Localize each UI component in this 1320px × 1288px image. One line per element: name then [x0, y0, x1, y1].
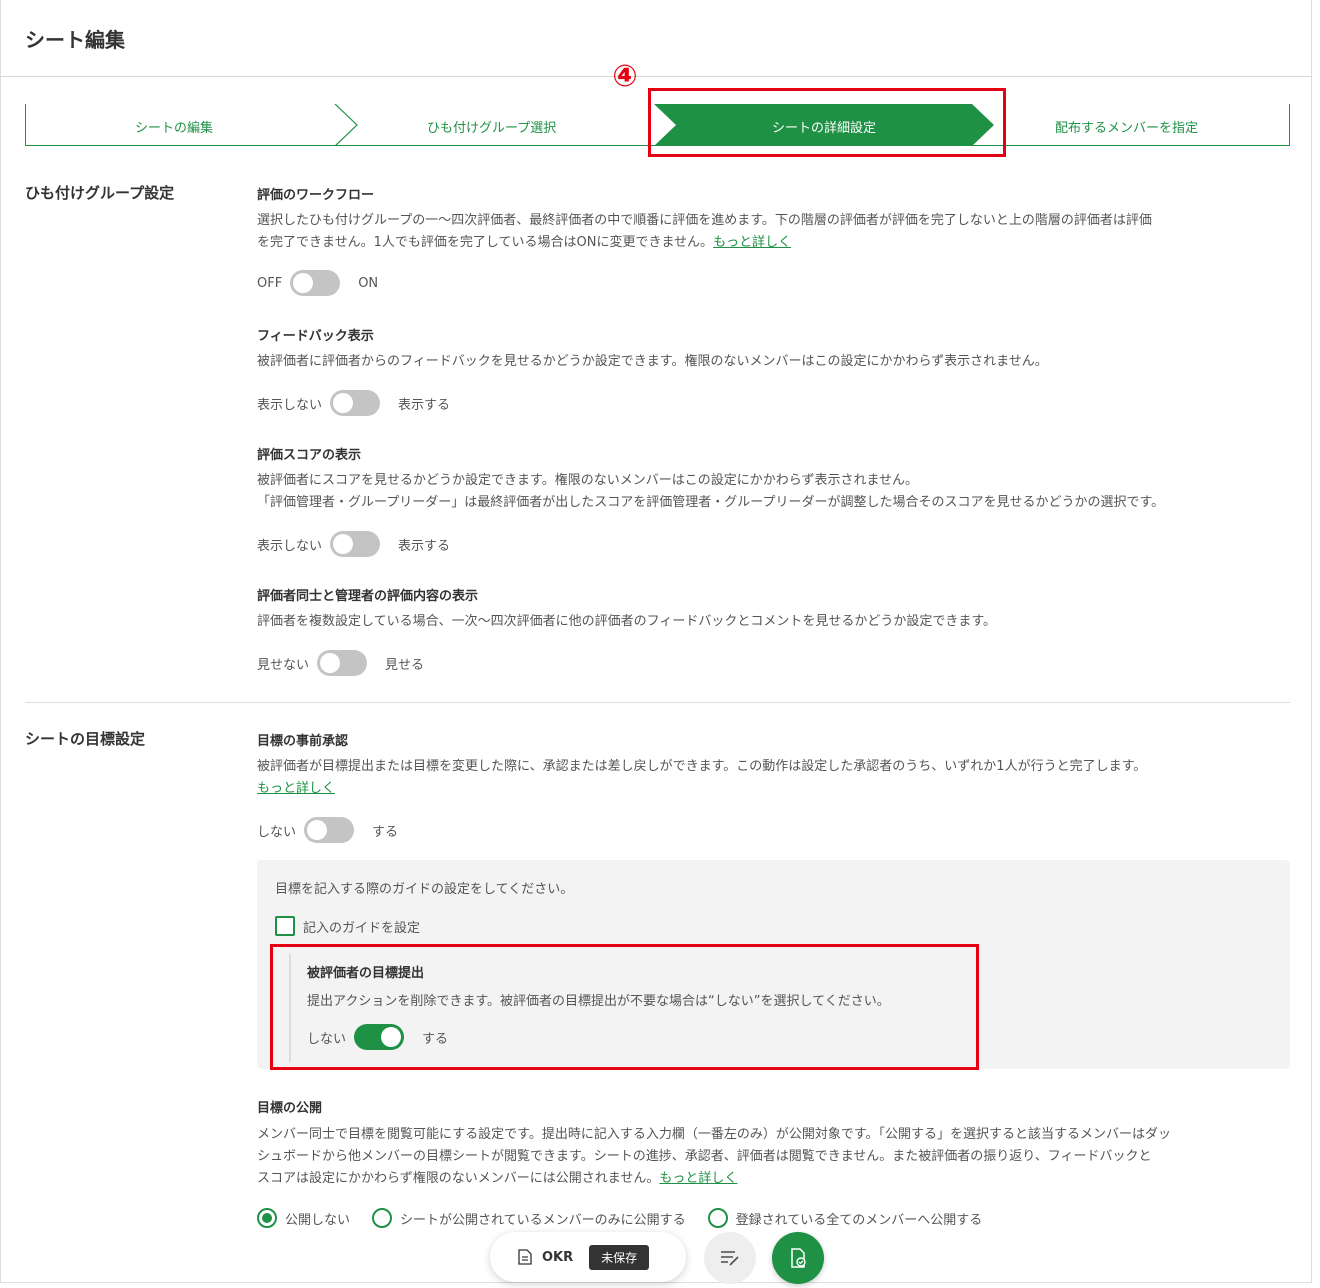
feedback-toggle-row: 表示しない 表示する: [257, 390, 450, 416]
score-title: 評価スコアの表示: [257, 448, 362, 463]
pre-approval-off-label: しない: [257, 824, 297, 840]
section-goal-settings: シートの目標設定: [25, 730, 146, 748]
peer-toggle-row: 見せない 見せる: [257, 650, 424, 676]
workflow-desc-line2: を完了できません。1人でも評価を完了している場合はONに変更できません。: [257, 235, 714, 250]
step-member-assign[interactable]: 配布するメンバーを指定: [1055, 117, 1198, 136]
header-divider: [1, 76, 1311, 77]
publish-description: メンバー同士で目標を閲覧可能にする設定です。提出時に記入する入力欄（一番左のみ）…: [257, 1124, 1292, 1190]
publish-option-none[interactable]: 公開しない: [257, 1208, 350, 1228]
publish-desc-line1: メンバー同士で目標を閲覧可能にする設定です。提出時に記入する入力欄（一番左のみ）…: [257, 1127, 1172, 1142]
annotation-highlight-submission: [270, 944, 979, 1070]
chevron-right-icon: [334, 104, 358, 146]
peer-toggle[interactable]: [317, 650, 368, 676]
feedback-off-label: 表示しない: [257, 397, 323, 413]
save-document-icon: [791, 1248, 806, 1268]
annotation-highlight-step: [648, 88, 1006, 157]
publish-radio-group: 公開しない シートが公開されているメンバーのみに公開する 登録されている全てのメ…: [257, 1208, 1004, 1228]
status-badge: 未保存: [589, 1244, 650, 1270]
pre-approval-description: 被評価者が目標提出または目標を変更した際に、承認または差し戻しができます。この動…: [257, 756, 1292, 800]
step-group-select[interactable]: ひも付けグループ選択: [427, 117, 556, 136]
publish-option-sheet-members-label: シートが公開されているメンバーのみに公開する: [400, 1212, 686, 1228]
publish-learn-more-link[interactable]: もっと詳しく: [659, 1171, 737, 1186]
publish-title: 目標の公開: [257, 1101, 323, 1116]
document-icon: [518, 1249, 532, 1265]
pre-approval-on-label: する: [372, 824, 399, 840]
annotation-step-number: ④: [612, 59, 638, 94]
workflow-toggle-row: OFF ON: [257, 270, 378, 296]
score-on-label: 表示する: [398, 538, 451, 554]
pre-approval-desc-line: 被評価者が目標提出または目標を変更した際に、承認または差し戻しができます。この動…: [257, 759, 1147, 774]
peer-on-label: 見せる: [385, 657, 425, 673]
feedback-toggle[interactable]: [330, 390, 381, 416]
peer-off-label: 見せない: [257, 657, 310, 673]
workflow-desc-line1: 選択したひも付けグループの一～四次評価者、最終評価者の中で順番に評価を進めます。…: [257, 213, 1152, 228]
score-toggle[interactable]: [330, 531, 381, 557]
publish-desc-line3: スコアは設定にかかわらず権限のないメンバーには公開されません。: [257, 1171, 660, 1186]
edit-list-icon: [721, 1251, 739, 1266]
score-description: 被評価者にスコアを見せるかどうか設定できます。権限のないメンバーはこの設定にかか…: [257, 470, 1292, 514]
guide-checkbox-row: 記入のガイドを設定: [275, 916, 420, 936]
pre-approval-title: 目標の事前承認: [257, 734, 349, 749]
page-frame: シート編集 シートの編集 ひも付けグループ選択 シートの詳細設定 配布するメンバ…: [0, 0, 1312, 1283]
publish-desc-line2: シュボードから他メンバーの目標シートが閲覧できます。シートの進捗、承認者、評価者…: [257, 1149, 1152, 1164]
pre-approval-learn-more-link[interactable]: もっと詳しく: [257, 781, 335, 796]
guide-checkbox[interactable]: [275, 916, 295, 936]
publish-option-all-members-label: 登録されている全てのメンバーへ公開する: [735, 1212, 983, 1228]
workflow-description: 選択したひも付けグループの一～四次評価者、最終評価者の中で順番に評価を進めます。…: [257, 210, 1292, 254]
score-desc-line1: 被評価者にスコアを見せるかどうか設定できます。権限のないメンバーはこの設定にかか…: [257, 473, 919, 488]
section-group-settings: ひも付けグループ設定: [25, 184, 175, 202]
feedback-description: 被評価者に評価者からのフィードバックを見せるかどうか設定できます。権限のないメン…: [257, 354, 1048, 369]
radio-unchecked-icon[interactable]: [372, 1208, 393, 1228]
workflow-toggle[interactable]: [290, 270, 341, 296]
feedback-on-label: 表示する: [398, 397, 451, 413]
page-title: シート編集: [25, 28, 125, 52]
radio-checked-icon[interactable]: [257, 1208, 277, 1228]
sheet-status-pill[interactable]: OKR 未保存: [490, 1232, 686, 1282]
section-divider: [25, 702, 1290, 703]
feedback-title: フィードバック表示: [257, 329, 374, 344]
guide-checkbox-label[interactable]: 記入のガイドを設定: [303, 917, 420, 936]
radio-unchecked-icon[interactable]: [707, 1208, 728, 1228]
workflow-title: 評価のワークフロー: [257, 188, 375, 203]
guide-instruction: 目標を記入する際のガイドの設定をしてください。: [275, 882, 574, 897]
publish-option-sheet-members[interactable]: シートが公開されているメンバーのみに公開する: [372, 1208, 686, 1228]
score-desc-line2: 「評価管理者・グループリーダー」は最終評価者が出したスコアを評価管理者・グループ…: [257, 495, 1165, 510]
score-off-label: 表示しない: [257, 538, 323, 554]
peer-description: 評価者を複数設定している場合、一次～四次評価者に他の評価者のフィードバックとコメ…: [257, 614, 997, 629]
pre-approval-toggle-row: しない する: [257, 817, 398, 843]
publish-option-none-label: 公開しない: [285, 1212, 351, 1228]
sheet-type-label: OKR: [542, 1249, 574, 1265]
save-button[interactable]: [772, 1232, 824, 1284]
workflow-off-label: OFF: [257, 275, 283, 291]
step-sheet-edit[interactable]: シートの編集: [135, 117, 213, 136]
pre-approval-toggle[interactable]: [304, 817, 355, 843]
workflow-learn-more-link[interactable]: もっと詳しく: [713, 235, 791, 250]
workflow-on-label: ON: [358, 275, 379, 291]
peer-title: 評価者同士と管理者の評価内容の表示: [257, 589, 479, 604]
score-toggle-row: 表示しない 表示する: [257, 531, 450, 557]
publish-option-all-members[interactable]: 登録されている全てのメンバーへ公開する: [707, 1208, 983, 1228]
edit-list-button[interactable]: [704, 1232, 756, 1284]
